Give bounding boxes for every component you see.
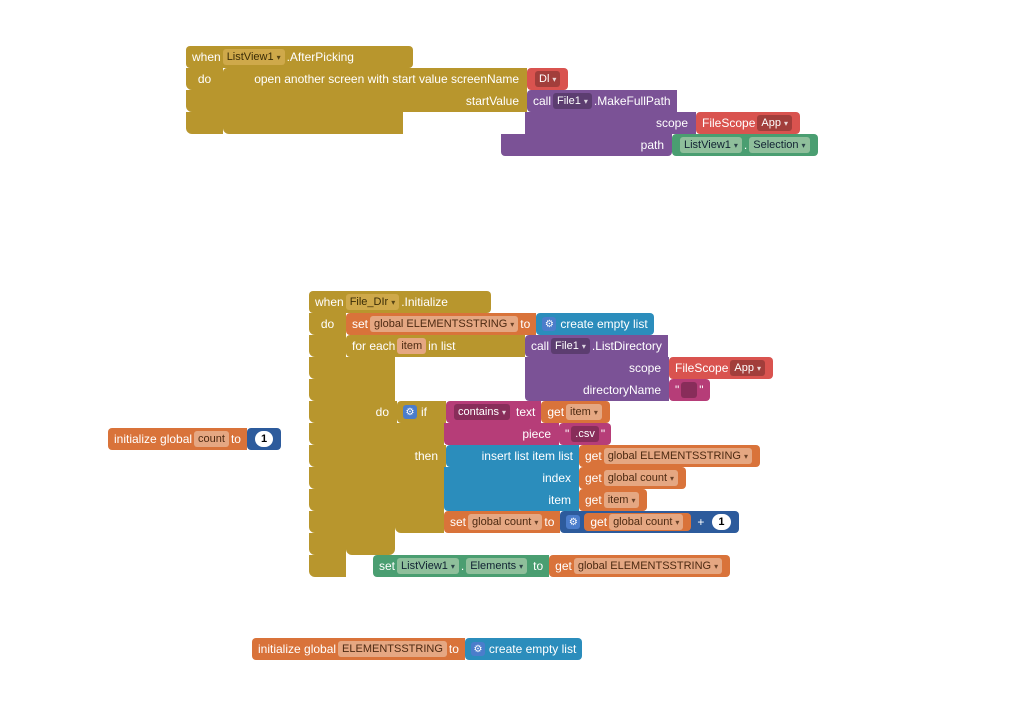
do-label: do xyxy=(186,68,223,90)
dirname-label: directoryName xyxy=(525,379,669,401)
get-item[interactable]: get item xyxy=(541,401,609,423)
math-add[interactable]: ⚙ get global count + 1 xyxy=(560,511,738,533)
loop-var[interactable]: item xyxy=(397,338,426,354)
get-elementsstring[interactable]: get global ELEMENTSSTRING xyxy=(549,555,730,577)
csv-string[interactable]: " .csv " xyxy=(559,423,611,445)
listview-selection[interactable]: ListView1 . Selection xyxy=(672,134,818,156)
path-label: path xyxy=(501,134,672,156)
empty-string[interactable]: " " xyxy=(669,379,710,401)
screen-name-value[interactable]: Dl xyxy=(527,68,568,90)
event-name: .AfterPicking xyxy=(287,50,354,64)
gear-icon[interactable]: ⚙ xyxy=(471,642,485,656)
get-global-count[interactable]: get global count xyxy=(584,513,691,531)
filescope-app[interactable]: FileScope App xyxy=(696,112,800,134)
gear-icon[interactable]: ⚙ xyxy=(403,405,417,419)
start-value-label: startValue xyxy=(223,90,527,112)
set-elementsstring[interactable]: set global ELEMENTSSTRING to xyxy=(346,313,536,335)
file-dropdown[interactable]: File1 xyxy=(553,93,592,109)
init-global-count[interactable]: initialize global count to 1 xyxy=(108,428,281,450)
then-label: then xyxy=(395,445,446,467)
gear-icon[interactable]: ⚙ xyxy=(542,317,556,331)
component-dropdown[interactable]: ListView1 xyxy=(223,49,285,65)
get-global-count[interactable]: get global count xyxy=(579,467,686,489)
number-literal[interactable]: 1 xyxy=(712,514,730,530)
set-global-count[interactable]: set global count to xyxy=(444,511,560,533)
create-empty-list[interactable]: ⚙ create empty list xyxy=(536,313,653,335)
insert-list-item[interactable]: insert list item list xyxy=(446,445,579,467)
open-screen-block[interactable]: open another screen with start value scr… xyxy=(223,68,527,90)
scope-label: scope xyxy=(525,357,669,379)
gear-icon[interactable]: ⚙ xyxy=(566,515,580,529)
event-filedir-initialize[interactable]: when File_DIr .Initialize do set global … xyxy=(309,291,773,577)
create-empty-list[interactable]: ⚙ create empty list xyxy=(465,638,582,660)
component-filedir[interactable]: File_DIr xyxy=(346,294,400,310)
get-elementsstring[interactable]: get global ELEMENTSSTRING xyxy=(579,445,760,467)
piece-label: piece xyxy=(444,423,559,445)
set-listview-elements[interactable]: set ListView1 . Elements to xyxy=(373,555,549,577)
filescope-app[interactable]: FileScope App xyxy=(669,357,773,379)
call-listdirectory[interactable]: call File1 .ListDirectory xyxy=(525,335,668,357)
number-literal[interactable]: 1 xyxy=(247,428,281,450)
var-name-elements[interactable]: ELEMENTSSTRING xyxy=(338,641,447,657)
item-label: item xyxy=(444,489,579,511)
inner-do: do xyxy=(346,401,397,423)
var-name-count[interactable]: count xyxy=(194,431,229,447)
when-keyword: when xyxy=(192,50,221,64)
if-block[interactable]: ⚙ if xyxy=(397,401,446,423)
foreach-header[interactable]: for each item in list xyxy=(346,335,525,357)
call-file-makefullpath[interactable]: call File1 .MakeFullPath xyxy=(527,90,677,112)
get-item[interactable]: get item xyxy=(579,489,647,511)
contains-text[interactable]: contains text xyxy=(446,401,541,423)
init-global-elementsstring[interactable]: initialize global ELEMENTSSTRING to ⚙ cr… xyxy=(252,638,582,660)
do-label: do xyxy=(309,313,346,335)
index-label: index xyxy=(444,467,579,489)
event-listview-afterpicking[interactable]: when ListView1 .AfterPicking do open ano… xyxy=(186,46,818,156)
scope-label: scope xyxy=(525,112,696,134)
